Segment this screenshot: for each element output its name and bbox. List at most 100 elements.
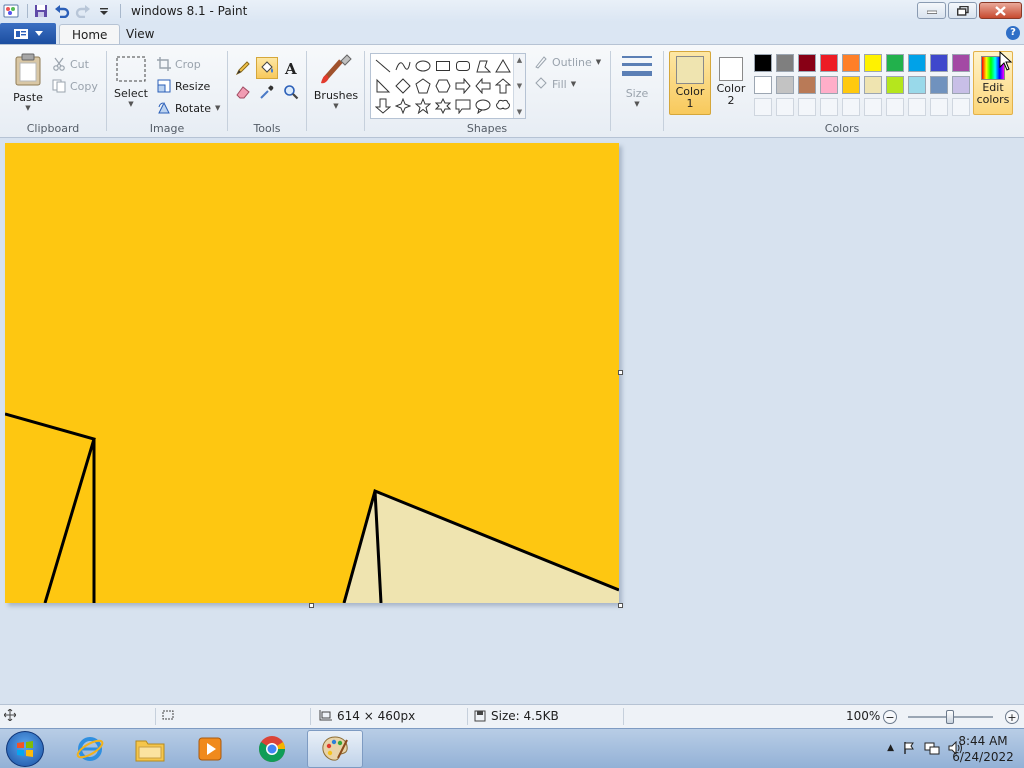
left-arrow-shape[interactable] — [473, 76, 493, 96]
palette-swatch[interactable] — [906, 74, 928, 96]
color2-button[interactable]: Color 2 — [712, 51, 750, 115]
color1-button[interactable]: Color 1 — [669, 51, 711, 115]
rect-callout-shape[interactable] — [453, 96, 473, 116]
palette-swatch[interactable] — [928, 74, 950, 96]
curve-shape[interactable] — [393, 56, 413, 76]
cut-button[interactable]: Cut — [52, 55, 89, 73]
palette-swatch[interactable] — [818, 96, 840, 118]
triangle-shape[interactable] — [493, 56, 513, 76]
eraser-tool[interactable] — [232, 81, 254, 103]
palette-swatch[interactable] — [818, 52, 840, 74]
palette-swatch[interactable] — [840, 96, 862, 118]
minimize-button[interactable] — [917, 2, 946, 19]
outline-button[interactable]: Outline ▼ — [534, 53, 601, 71]
color-picker-tool[interactable] — [256, 81, 278, 103]
text-tool[interactable]: A — [280, 57, 302, 79]
cloud-callout-shape[interactable] — [493, 96, 513, 116]
taskbar-internet-explorer[interactable] — [62, 730, 118, 768]
palette-swatch[interactable] — [774, 52, 796, 74]
paste-button[interactable]: Paste ▼ — [8, 53, 48, 112]
palette-swatch[interactable] — [928, 52, 950, 74]
diamond-shape[interactable] — [393, 76, 413, 96]
rectangle-shape[interactable] — [433, 56, 453, 76]
pentagon-shape[interactable] — [413, 76, 433, 96]
show-hidden-icons[interactable]: ▲ — [887, 743, 894, 753]
zoom-slider-thumb[interactable] — [946, 710, 954, 724]
rounded-rectangle-shape[interactable] — [453, 56, 473, 76]
polygon-shape[interactable] — [473, 56, 493, 76]
palette-swatch[interactable] — [840, 74, 862, 96]
palette-swatch[interactable] — [906, 96, 928, 118]
copy-button[interactable]: Copy — [52, 77, 98, 95]
canvas-resize-handle-right[interactable] — [618, 370, 623, 375]
help-icon[interactable]: ? — [1006, 26, 1020, 40]
canvas-resize-handle-bottom[interactable] — [309, 603, 314, 608]
zoom-in-button[interactable]: + — [1005, 710, 1019, 724]
shapes-scrollbar[interactable]: ▲ ▼ ▼ — [513, 54, 525, 118]
palette-swatch[interactable] — [774, 74, 796, 96]
palette-swatch[interactable] — [774, 96, 796, 118]
expand-gallery-icon[interactable]: ▼ — [517, 108, 522, 116]
size-button[interactable]: Size ▼ — [616, 53, 658, 108]
resize-button[interactable]: Resize — [157, 77, 210, 95]
action-center-flag-icon[interactable] — [902, 741, 916, 755]
oval-shape[interactable] — [413, 56, 433, 76]
palette-swatch[interactable] — [862, 52, 884, 74]
rotate-button[interactable]: Rotate ▼ — [157, 99, 220, 117]
palette-swatch[interactable] — [884, 74, 906, 96]
oval-callout-shape[interactable] — [473, 96, 493, 116]
taskbar-paint[interactable] — [307, 730, 363, 768]
magnifier-tool[interactable] — [280, 81, 302, 103]
save-icon[interactable] — [32, 2, 50, 20]
palette-swatch[interactable] — [796, 52, 818, 74]
palette-swatch[interactable] — [950, 52, 972, 74]
down-arrow-shape[interactable] — [373, 96, 393, 116]
select-button[interactable]: Select ▼ — [113, 55, 149, 108]
hexagon-shape[interactable] — [433, 76, 453, 96]
fill-tool[interactable] — [256, 57, 278, 79]
line-shape[interactable] — [373, 56, 393, 76]
six-point-star-shape[interactable] — [433, 96, 453, 116]
canvas-resize-handle-corner[interactable] — [618, 603, 623, 608]
close-button[interactable] — [979, 2, 1022, 19]
start-button[interactable] — [6, 731, 44, 767]
restore-button[interactable] — [948, 2, 977, 19]
palette-swatch[interactable] — [752, 74, 774, 96]
palette-swatch[interactable] — [884, 52, 906, 74]
scroll-down-icon[interactable]: ▼ — [517, 82, 522, 90]
redo-icon[interactable] — [74, 2, 92, 20]
pencil-tool[interactable] — [232, 57, 254, 79]
palette-swatch[interactable] — [796, 96, 818, 118]
palette-swatch[interactable] — [950, 96, 972, 118]
palette-swatch[interactable] — [840, 52, 862, 74]
palette-swatch[interactable] — [818, 74, 840, 96]
five-point-star-shape[interactable] — [413, 96, 433, 116]
palette-swatch[interactable] — [752, 96, 774, 118]
palette-swatch[interactable] — [928, 96, 950, 118]
palette-swatch[interactable] — [884, 96, 906, 118]
zoom-out-button[interactable]: − — [883, 710, 897, 724]
fill-button[interactable]: Fill ▼ — [534, 75, 576, 93]
taskbar-file-explorer[interactable] — [122, 730, 178, 768]
paint-app-icon[interactable] — [2, 2, 20, 20]
palette-swatch[interactable] — [796, 74, 818, 96]
tab-view[interactable]: View — [114, 24, 166, 44]
palette-swatch[interactable] — [862, 74, 884, 96]
four-point-star-shape[interactable] — [393, 96, 413, 116]
taskbar-media-player[interactable] — [182, 730, 238, 768]
canvas-workspace[interactable] — [0, 138, 1024, 704]
tab-home[interactable]: Home — [59, 24, 121, 44]
undo-icon[interactable] — [53, 2, 71, 20]
right-arrow-shape[interactable] — [453, 76, 473, 96]
network-icon[interactable] — [924, 741, 940, 755]
palette-swatch[interactable] — [906, 52, 928, 74]
right-triangle-shape[interactable] — [373, 76, 393, 96]
file-menu-button[interactable] — [0, 23, 56, 44]
taskbar-chrome[interactable] — [244, 730, 300, 768]
crop-button[interactable]: Crop — [157, 55, 201, 73]
drawing-canvas[interactable] — [5, 143, 619, 603]
customize-qat-icon[interactable] — [95, 2, 113, 20]
palette-swatch[interactable] — [950, 74, 972, 96]
brushes-button[interactable]: Brushes ▼ — [312, 53, 360, 110]
up-arrow-shape[interactable] — [493, 76, 513, 96]
